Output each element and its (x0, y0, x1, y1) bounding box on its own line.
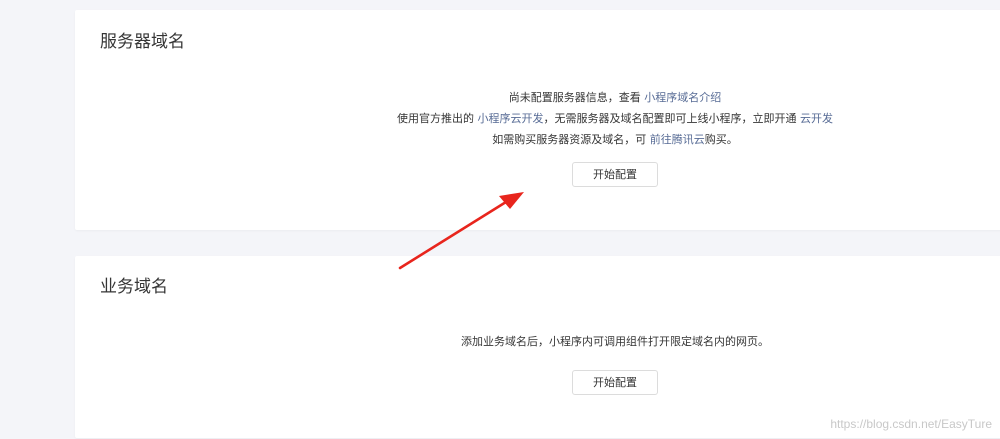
server-domain-desc-line-3: 如需购买服务器资源及域名，可 前往腾讯云购买。 (75, 129, 1000, 150)
server-domain-desc-buy-prefix: 如需购买服务器资源及域名，可 (492, 133, 647, 146)
domain-intro-link[interactable]: 小程序域名介绍 (644, 91, 721, 104)
server-domain-card: 服务器域名 尚未配置服务器信息，查看 小程序域名介绍 使用官方推出的 小程序云开… (75, 10, 1000, 230)
server-domain-desc-line-1: 尚未配置服务器信息，查看 小程序域名介绍 (75, 87, 1000, 108)
server-domain-desc-middle: ，无需服务器及域名配置即可上线小程序，立即开通 (543, 112, 797, 125)
cloud-dev-link[interactable]: 云开发 (800, 112, 833, 125)
page: 服务器域名 尚未配置服务器信息，查看 小程序域名介绍 使用官方推出的 小程序云开… (0, 0, 1000, 439)
business-domain-title: 业务域名 (100, 277, 168, 297)
business-domain-description: 添加业务域名后，小程序内可调用组件打开限定域名内的网页。 (75, 331, 1000, 352)
server-domain-desc-line-2: 使用官方推出的 小程序云开发，无需服务器及域名配置即可上线小程序，立即开通 云开… (75, 108, 1000, 129)
server-domain-desc-buy-suffix: 购买。 (704, 133, 738, 146)
business-domain-desc-text: 添加业务域名后，小程序内可调用组件打开限定域名内的网页。 (461, 335, 769, 348)
server-domain-desc-prefix: 使用官方推出的 (397, 112, 474, 125)
business-domain-card: 业务域名 添加业务域名后，小程序内可调用组件打开限定域名内的网页。 开始配置 (75, 256, 1000, 438)
server-domain-start-config-button[interactable]: 开始配置 (572, 162, 658, 187)
server-domain-desc-text: 尚未配置服务器信息，查看 (508, 91, 641, 104)
mini-program-cloud-dev-link[interactable]: 小程序云开发 (478, 112, 544, 125)
server-domain-description: 尚未配置服务器信息，查看 小程序域名介绍 使用官方推出的 小程序云开发，无需服务… (75, 87, 1000, 150)
server-domain-title: 服务器域名 (100, 32, 185, 52)
business-domain-start-config-button[interactable]: 开始配置 (572, 370, 658, 395)
watermark-text: https://blog.csdn.net/EasyTure (830, 417, 992, 431)
tencent-cloud-link[interactable]: 前往腾讯云 (650, 133, 705, 146)
